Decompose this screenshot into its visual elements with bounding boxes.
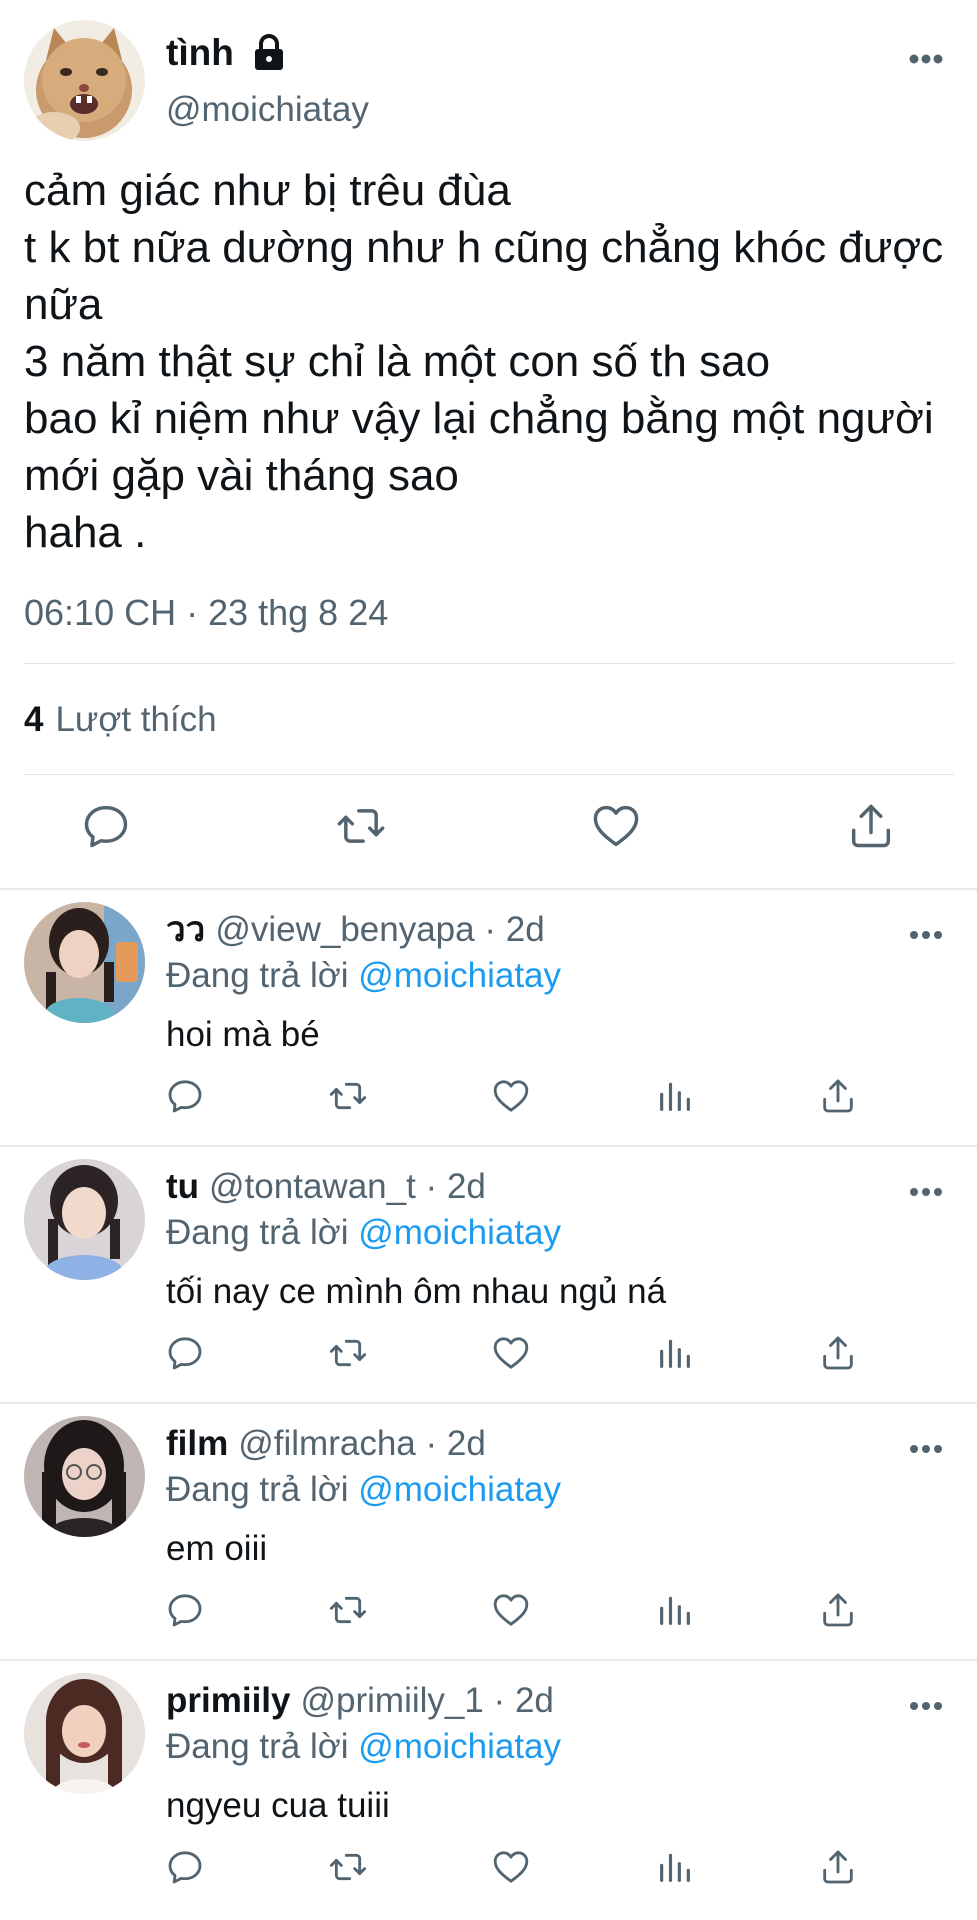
more-options-icon[interactable] [908,928,944,940]
divider [24,663,954,664]
display-name[interactable]: film [166,1424,228,1463]
share-icon[interactable] [818,1076,858,1116]
replying-to-link[interactable]: @moichiatay [358,956,561,995]
avatar[interactable] [24,20,145,141]
reply-time: 2d [446,1167,486,1206]
reply-icon[interactable] [165,1590,205,1630]
replying-to-link[interactable]: @moichiatay [358,1213,561,1252]
display-name[interactable]: tu [166,1167,199,1206]
reply-icon[interactable] [165,1847,205,1887]
avatar[interactable] [24,1159,145,1280]
author-row: tình [166,30,286,76]
reply-text: hoi mà bé [166,1015,320,1054]
handle[interactable]: @tontawan_t [209,1167,416,1206]
reply-time: 2d [446,1424,486,1463]
views-icon[interactable] [655,1333,695,1373]
reply-header: tu @tontawan_t · 2d [166,1165,486,1209]
reply-time: 2d [514,1681,554,1720]
reply-tweet[interactable]: tu @tontawan_t · 2d Đang trả lời @moichia… [0,1147,977,1404]
more-options-icon[interactable] [908,1699,944,1711]
separator-dot: · [415,1167,447,1206]
display-name[interactable]: วว [166,910,205,949]
like-icon[interactable] [491,1590,531,1630]
retweet-icon[interactable] [328,1333,368,1373]
reply-icon[interactable] [165,1333,205,1373]
reply-text: em oiii [166,1529,268,1568]
profile-photo [24,902,145,1023]
display-name[interactable]: primiily [166,1681,290,1720]
more-options-icon[interactable] [908,52,944,64]
more-options-icon[interactable] [908,1442,944,1454]
retweet-icon[interactable] [328,1847,368,1887]
handle[interactable]: @primiily_1 [300,1681,483,1720]
reply-actions [0,1590,977,1636]
replying-to: Đang trả lời @moichiatay [166,1725,561,1769]
tweet-timestamp[interactable]: 06:10 CH · 23 thg 8 24 [24,592,388,634]
share-icon[interactable] [845,800,897,852]
reply-actions [0,1847,977,1893]
reply-actions [0,1076,977,1122]
replying-to: Đang trả lời @moichiatay [166,954,561,998]
profile-photo [24,1416,145,1537]
reply-actions [0,1333,977,1379]
likes-label: Lượt thích [55,700,217,739]
reply-header: film @filmracha · 2d [166,1422,486,1466]
handle[interactable]: @view_benyapa [215,910,474,949]
reply-tweet[interactable]: film @filmracha · 2d Đang trả lời @moichi… [0,1404,977,1661]
reply-text: ngyeu cua tuiii [166,1786,390,1825]
retweet-icon[interactable] [328,1076,368,1116]
replying-to-link[interactable]: @moichiatay [358,1727,561,1766]
reply-tweet[interactable]: primiily @primiily_1 · 2d Đang trả lời @m… [0,1661,977,1918]
views-icon[interactable] [655,1847,695,1887]
replying-prefix: Đang trả lời [166,1727,349,1766]
more-options-icon[interactable] [908,1185,944,1197]
replying-to: Đang trả lời @moichiatay [166,1468,561,1512]
share-icon[interactable] [818,1333,858,1373]
reply-icon[interactable] [165,1076,205,1116]
lock-icon [252,34,286,72]
divider [24,774,954,775]
handle[interactable]: @moichiatay [166,90,369,130]
reply-header: primiily @primiily_1 · 2d [166,1679,554,1723]
likes-summary[interactable]: 4 Lượt thích [24,700,217,740]
profile-photo [24,1673,145,1794]
avatar[interactable] [24,1673,145,1794]
reply-icon[interactable] [80,800,132,852]
tweet-text: cảm giác như bị trêu đùa t k bt nữa dườn… [24,166,944,557]
like-icon[interactable] [491,1847,531,1887]
replying-to: Đang trả lời @moichiatay [166,1211,561,1255]
cat-avatar-image [24,20,145,141]
share-icon[interactable] [818,1590,858,1630]
like-icon[interactable] [491,1076,531,1116]
likes-count: 4 [24,700,44,739]
avatar[interactable] [24,902,145,1023]
replying-to-link[interactable]: @moichiatay [358,1470,561,1509]
separator-dot: · [483,1681,515,1720]
retweet-icon[interactable] [335,800,387,852]
share-icon[interactable] [818,1847,858,1887]
replying-prefix: Đang trả lời [166,956,349,995]
like-icon[interactable] [590,800,642,852]
retweet-icon[interactable] [328,1590,368,1630]
reply-text: tối nay ce mình ôm nhau ngủ ná [166,1272,667,1311]
reply-header: วว @view_benyapa · 2d [166,908,545,952]
separator-dot: · [415,1424,447,1463]
display-name[interactable]: tình [166,32,234,74]
profile-photo [24,1159,145,1280]
reply-tweet[interactable]: วว @view_benyapa · 2d Đang trả lời @moich… [0,890,977,1147]
replying-prefix: Đang trả lời [166,1470,349,1509]
tweet-actions [0,800,977,870]
replying-prefix: Đang trả lời [166,1213,349,1252]
like-icon[interactable] [491,1333,531,1373]
main-tweet: tình @moichiatay cảm giác như bị trêu đù… [0,0,977,890]
views-icon[interactable] [655,1076,695,1116]
handle[interactable]: @filmracha [238,1424,416,1463]
reply-time: 2d [505,910,545,949]
views-icon[interactable] [655,1590,695,1630]
avatar[interactable] [24,1416,145,1537]
separator-dot: · [474,910,506,949]
